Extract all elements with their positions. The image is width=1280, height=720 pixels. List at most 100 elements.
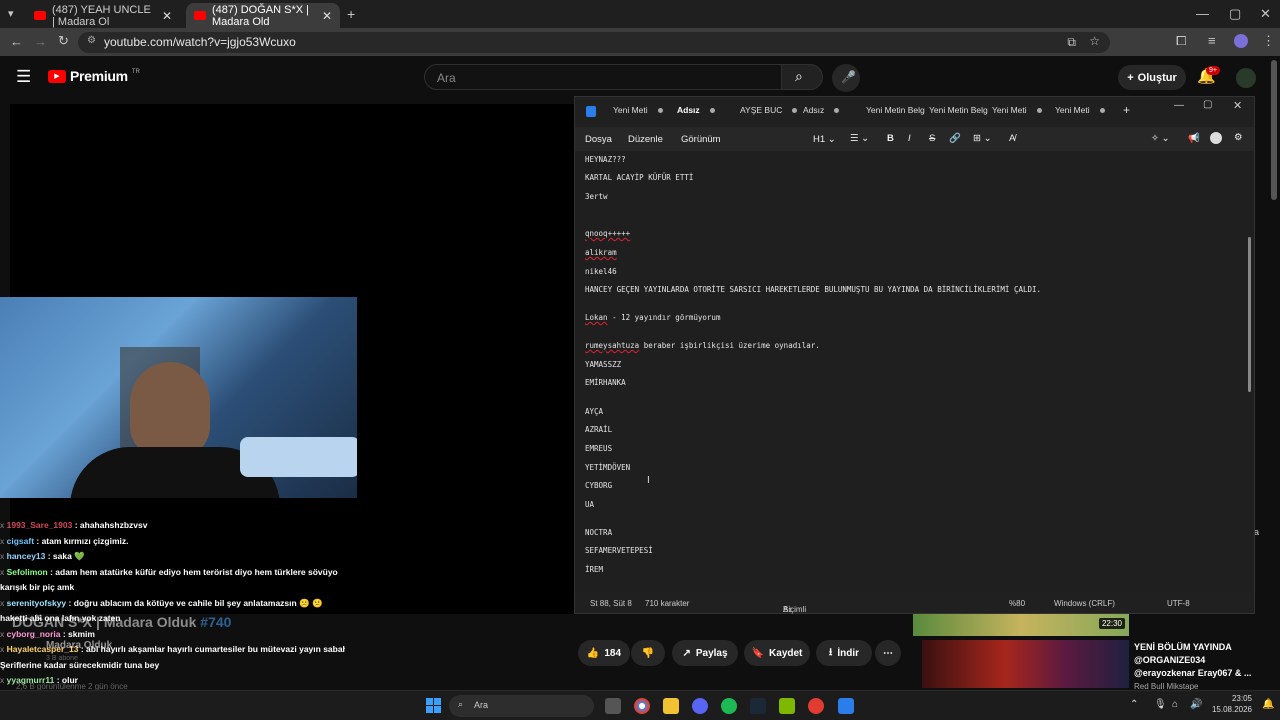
file-explorer-icon[interactable] [663, 698, 679, 714]
discord-icon[interactable] [692, 698, 708, 714]
site-info-icon[interactable]: ⚙ [87, 35, 96, 46]
bold-icon[interactable]: B [887, 133, 894, 144]
notepad-tab[interactable]: Yeni Meti [1055, 105, 1105, 115]
microphone-tray-icon[interactable]: 🎙 [1154, 699, 1167, 710]
account-avatar[interactable] [1236, 68, 1256, 88]
notification-center-icon[interactable]: 🔔 [1262, 699, 1274, 710]
network-icon[interactable]: ⌂ [1172, 699, 1178, 710]
notification-icon[interactable]: 📢 [1188, 133, 1200, 144]
extensions-icon[interactable]: ⧠ [1176, 33, 1186, 49]
recommended-title[interactable]: @ORGANIZE034 [1134, 655, 1205, 665]
more-actions-button[interactable]: ⋯ [875, 640, 901, 666]
notepad-tab-label: Yeni Meti [992, 105, 1027, 115]
tab-title: (487) YEAH UNCLE | Madara Ol [52, 3, 151, 28]
recommended-thumbnail[interactable]: 22:30 [913, 614, 1129, 636]
notepad-maximize-icon[interactable]: ▢ [1203, 99, 1212, 110]
notepad-text-area[interactable]: HEYNAZ??? KARTAL ACAYİP KÜFÜR ETTİ 3ertw qn… [585, 155, 1235, 595]
italic-icon[interactable]: I [908, 133, 911, 144]
clock-time[interactable]: 23:05 [1212, 694, 1252, 703]
table-icon[interactable]: ⊞ ⌄ [973, 133, 992, 144]
menu-edit[interactable]: Düzenle [628, 134, 663, 145]
clear-format-icon[interactable]: A̸ [1009, 133, 1015, 144]
recommended-title[interactable]: YENİ BÖLÜM YAYINDA [1134, 642, 1232, 652]
youtube-icon [194, 11, 206, 20]
hamburger-menu-icon[interactable]: ☰ [16, 67, 31, 87]
share-button[interactable]: ↗ Paylaş [672, 640, 738, 666]
search-button[interactable]: ⌕ [781, 64, 823, 90]
notepad-close-icon[interactable]: ✕ [1233, 99, 1242, 112]
tray-chevron-icon[interactable]: ⌃ [1130, 699, 1138, 710]
notepad-tab[interactable]: Yeni Meti [613, 105, 663, 115]
duration-badge: 22:30 [1098, 618, 1125, 629]
maximize-icon[interactable]: ▢ [1229, 6, 1241, 22]
notepad-new-tab-button[interactable]: + [1123, 103, 1130, 117]
unsaved-dot-icon [657, 108, 663, 114]
account-icon[interactable] [1210, 132, 1222, 144]
close-tab-icon[interactable]: ✕ [162, 9, 172, 23]
reading-list-icon[interactable]: ≡ [1208, 33, 1216, 48]
chrome-menu-icon[interactable]: ⋮ [1262, 33, 1275, 49]
menu-view[interactable]: Görünüm [681, 134, 721, 145]
line-ending[interactable]: Windows (CRLF) [1054, 599, 1115, 608]
thumbs-up-icon: 👍 [586, 647, 600, 659]
plus-icon: + [1127, 71, 1134, 84]
notepad-tab[interactable]: Adsız [677, 105, 715, 115]
notepad-tab[interactable]: Yeni Metin Belg [929, 105, 988, 115]
notepad-taskbar-icon[interactable] [838, 698, 854, 714]
chat-text: : saka 💚 [45, 551, 85, 561]
heading-dropdown[interactable]: H1 ⌄ [813, 134, 836, 145]
browser-tab-active[interactable]: (487) DOĞAN S*X | Madara Old ✕ [186, 3, 340, 28]
clock-date[interactable]: 15.08.2026 [1208, 705, 1252, 714]
youtube-logo[interactable]: ▶ Premium TR [48, 68, 140, 84]
notepad-minimize-icon[interactable]: — [1174, 100, 1184, 111]
like-button[interactable]: 👍 184 [578, 640, 630, 666]
channel-name[interactable]: Madara Olduk [46, 640, 112, 651]
notepad-tab[interactable]: Adsız [803, 105, 840, 115]
back-icon[interactable]: ← [10, 34, 23, 49]
strikethrough-icon[interactable]: S [929, 133, 935, 144]
copilot-icon[interactable]: ✧ ⌄ [1151, 133, 1170, 144]
zoom-level[interactable]: %80 [1009, 599, 1025, 608]
dislike-button[interactable]: 👎 [631, 640, 665, 666]
steam-icon[interactable] [750, 698, 766, 714]
app-icon[interactable] [779, 698, 795, 714]
notepad-tab[interactable]: Yeni Meti [992, 105, 1042, 115]
url-field[interactable]: ⚙ youtube.com/watch?v=jgjo53Wcuxo ⧉ ☆ [78, 32, 1110, 53]
save-button[interactable]: 🔖 Kaydet [744, 640, 810, 666]
text-line: SEFAMERVETEPESİ [585, 546, 653, 555]
reload-icon[interactable]: ↻ [58, 33, 69, 49]
create-button[interactable]: + Oluştur [1118, 65, 1186, 90]
forward-icon[interactable]: → [34, 34, 47, 49]
notepad-tab[interactable]: AYŞE BUC [740, 105, 798, 115]
tab-search-icon[interactable]: ▾ [8, 7, 14, 20]
link-icon[interactable]: 🔗 [949, 133, 961, 144]
recommended-thumbnail[interactable] [922, 640, 1129, 688]
new-tab-button[interactable]: + [347, 6, 355, 22]
spotify-icon[interactable] [721, 698, 737, 714]
page-scrollbar[interactable] [1271, 60, 1277, 200]
minimize-icon[interactable]: — [1196, 6, 1209, 21]
cast-icon[interactable]: ⧉ [1067, 35, 1076, 50]
profile-avatar[interactable] [1234, 34, 1248, 48]
browser-tab[interactable]: (487) YEAH UNCLE | Madara Ol ✕ [26, 3, 180, 28]
close-tab-icon[interactable]: ✕ [322, 9, 332, 23]
close-window-icon[interactable]: ✕ [1260, 6, 1271, 22]
download-button[interactable]: ⭳ İndir [816, 640, 872, 666]
volume-icon[interactable]: 🔊 [1190, 699, 1202, 710]
recommended-title[interactable]: @erayozkenar Eray067 & ... [1134, 668, 1251, 678]
notepad-tab[interactable]: Yeni Metin Belg [866, 105, 925, 115]
notepad-scrollbar[interactable] [1248, 237, 1251, 392]
start-icon[interactable] [426, 698, 441, 713]
task-view-icon[interactable] [605, 698, 621, 714]
encoding[interactable]: UTF-8 [1167, 599, 1190, 608]
taskbar-search[interactable]: ⌕ Ara [449, 695, 594, 717]
voice-search-button[interactable]: 🎤 [832, 64, 860, 92]
menu-file[interactable]: Dosya [585, 134, 612, 145]
bookmark-star-icon[interactable]: ☆ [1089, 34, 1100, 48]
text-line: UA [585, 500, 595, 509]
search-input[interactable]: Ara [424, 64, 782, 90]
settings-gear-icon[interactable]: ⚙ [1234, 132, 1243, 143]
list-icon[interactable]: ☰ ⌄ [850, 133, 869, 144]
chrome-icon[interactable] [634, 698, 650, 714]
obs-icon[interactable] [808, 698, 824, 714]
